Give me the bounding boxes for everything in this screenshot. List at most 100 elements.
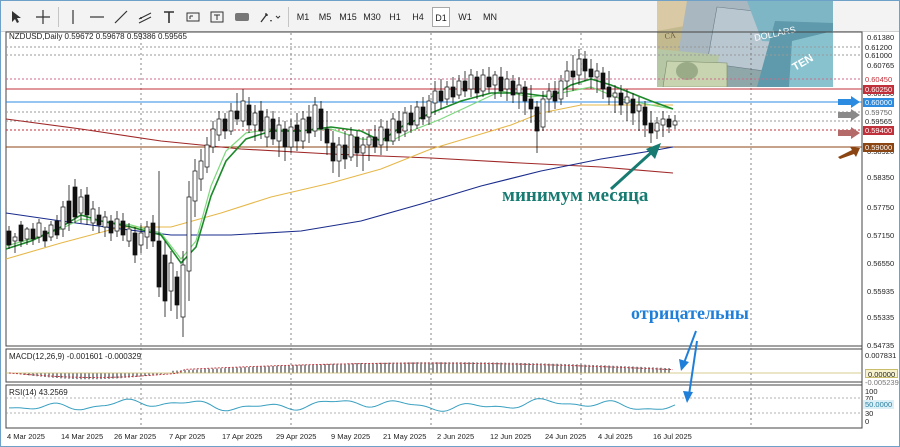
candle-body: [546, 90, 552, 100]
brown-arrow-icon: [838, 147, 860, 159]
candle-body: [636, 104, 642, 112]
candle-body: [444, 86, 450, 100]
macd-label: MACD(12,26,9) -0.001601 -0.000329: [9, 352, 142, 361]
tab-timeframe-m5[interactable]: M5: [316, 7, 334, 27]
candle-body: [438, 90, 444, 102]
candle-body: [306, 116, 312, 134]
label-icon[interactable]: [183, 7, 203, 27]
candle-body: [264, 116, 270, 138]
candle-body: [606, 86, 612, 98]
macd-arrow-head: [679, 359, 689, 371]
ma-fast-light-line: [5, 86, 674, 260]
candle-body: [330, 142, 336, 162]
candle-body: [144, 226, 150, 238]
price-level-label: 0.59750: [863, 108, 895, 117]
candle-body: [426, 100, 432, 118]
candle-body: [492, 74, 498, 86]
price-level-label: 0.61000: [863, 51, 895, 60]
cursor-icon[interactable]: [7, 7, 27, 27]
date-tick: 4 Jul 2025: [598, 432, 633, 441]
macd-arrow-shaft: [683, 330, 697, 364]
date-tick: 14 Mar 2025: [61, 432, 104, 441]
price-tick: 0.54735: [867, 341, 895, 350]
macd-axis-bottom: -0.005239: [865, 378, 899, 387]
text-icon[interactable]: [159, 7, 179, 27]
rsi-line: [9, 398, 676, 412]
rsi-arrow-shaft: [688, 340, 698, 396]
candle-body: [102, 216, 108, 228]
candle-body: [666, 118, 672, 128]
candle-body: [408, 112, 414, 126]
candle-body: [480, 74, 486, 92]
candle-body: [222, 118, 228, 132]
candle-body: [534, 106, 540, 132]
candle-body: [258, 110, 264, 132]
tab-timeframe-m15[interactable]: M15: [338, 7, 358, 27]
candle-body: [90, 208, 96, 224]
channel-icon[interactable]: [135, 7, 155, 27]
price-tick: 0.57150: [867, 231, 895, 240]
macd-axis-zero: 0.00000: [865, 369, 899, 379]
candle-body: [204, 144, 210, 168]
candle-body: [642, 106, 648, 126]
tab-timeframe-h1[interactable]: H1: [386, 7, 404, 27]
price-level-label: 0.59000: [863, 143, 895, 152]
candle-body: [24, 228, 30, 240]
price-level-label: 0.60450: [863, 75, 895, 84]
candle-body: [540, 98, 546, 128]
candle-body: [402, 112, 408, 132]
vertical-line-icon[interactable]: [63, 7, 83, 27]
candle-body: [450, 86, 456, 98]
crosshair-icon[interactable]: [33, 7, 53, 27]
price-tick: 0.58350: [867, 173, 895, 182]
rsi-panel-border: [5, 384, 863, 429]
price-level-label: 0.59400: [863, 126, 895, 135]
candle-body: [414, 106, 420, 126]
date-tick: 9 May 2025: [331, 432, 371, 441]
tab-timeframe-m1[interactable]: M1: [294, 7, 312, 27]
candle-body: [138, 232, 144, 246]
ma-50-line: [5, 104, 673, 260]
candle-body: [558, 80, 564, 100]
candle-body: [66, 200, 72, 224]
price-tick: 0.60765: [867, 61, 895, 70]
text-label-icon[interactable]: [207, 7, 227, 27]
candle-body: [276, 124, 282, 142]
price-tick: 0.61380: [867, 33, 895, 42]
candle-body: [552, 90, 558, 102]
candle-body: [318, 108, 324, 130]
candle-body: [36, 222, 42, 238]
trendline-icon[interactable]: [111, 7, 131, 27]
candle-body: [162, 254, 168, 302]
candle-body: [612, 92, 618, 98]
blue-arrow-icon: [838, 96, 860, 108]
date-tick: 24 Jun 2025: [545, 432, 587, 441]
tab-timeframe-w1[interactable]: W1: [456, 7, 474, 27]
candle-body: [12, 236, 18, 242]
shapes-icon[interactable]: [231, 7, 253, 27]
candle-body: [486, 76, 492, 88]
candle-body: [468, 74, 474, 90]
candle-body: [150, 222, 156, 242]
candle-body: [522, 86, 528, 102]
annotation-month-low: минимум месяца: [502, 185, 649, 206]
price-level-label: 0.60000: [863, 98, 895, 107]
candle-body: [210, 128, 216, 148]
candle-body: [624, 96, 630, 104]
arrows-icon[interactable]: [257, 7, 283, 27]
candle-body: [156, 240, 162, 288]
tab-timeframe-d1[interactable]: D1: [432, 7, 450, 27]
tab-timeframe-h4[interactable]: H4: [408, 7, 428, 27]
candle-body: [240, 100, 246, 122]
candle-body: [234, 110, 240, 120]
candle-body: [600, 72, 606, 90]
tab-timeframe-mn[interactable]: MN: [479, 7, 501, 27]
price-level-label: 0.60250: [863, 85, 895, 94]
candle-body: [660, 118, 666, 126]
month-low-arrow-head: [646, 143, 661, 159]
horizontal-line-icon[interactable]: [87, 7, 107, 27]
candle-body: [420, 106, 426, 120]
candle-body: [108, 220, 114, 234]
tab-timeframe-m30[interactable]: M30: [362, 7, 382, 27]
rsi-axis-0: 0: [865, 417, 870, 426]
